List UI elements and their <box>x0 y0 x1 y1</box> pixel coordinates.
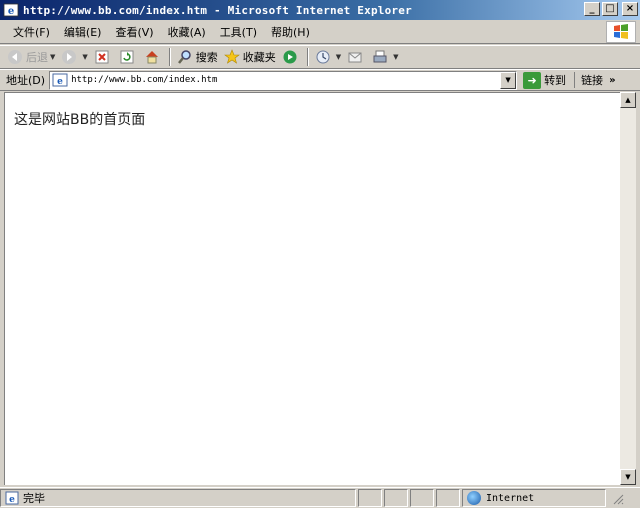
back-icon <box>7 49 23 65</box>
resize-grip-icon[interactable] <box>610 491 624 505</box>
status-main: e 完毕 <box>0 489 356 507</box>
history-icon <box>315 49 331 65</box>
title-bar[interactable]: e http://www.bb.com/index.htm - Microsof… <box>0 0 640 20</box>
search-button[interactable]: 搜索 <box>174 46 221 68</box>
menu-help[interactable]: 帮助(H) <box>264 24 317 40</box>
print-icon <box>372 49 388 65</box>
scroll-down-button[interactable]: ▼ <box>620 469 636 485</box>
search-label: 搜索 <box>195 51 218 64</box>
favorites-icon <box>223 49 240 65</box>
print-dropdown-icon[interactable]: ▼ <box>393 53 398 61</box>
forward-dropdown-icon[interactable]: ▼ <box>82 53 87 61</box>
favorites-button[interactable]: 收藏夹 <box>221 46 279 68</box>
forward-icon <box>61 49 77 65</box>
svg-text:e: e <box>9 495 15 505</box>
back-button[interactable]: 后退 ▼ <box>4 46 58 68</box>
security-zone: Internet <box>462 489 606 507</box>
mail-button[interactable] <box>344 46 369 68</box>
status-pane <box>384 489 408 507</box>
stop-button[interactable] <box>91 46 116 68</box>
status-bar: e 完毕 Internet <box>0 487 640 508</box>
refresh-icon <box>119 49 135 65</box>
menu-edit[interactable]: 编辑(E) <box>57 24 109 40</box>
maximize-button[interactable]: □ <box>602 2 618 16</box>
close-button[interactable]: × <box>622 2 638 16</box>
home-icon <box>144 49 160 65</box>
minimize-button[interactable]: _ <box>584 2 600 16</box>
scroll-up-button[interactable]: ▲ <box>620 92 636 108</box>
back-dropdown-icon[interactable]: ▼ <box>50 53 55 61</box>
address-label: 地址(D) <box>6 74 46 87</box>
history-dropdown-icon[interactable]: ▼ <box>336 53 341 61</box>
address-input[interactable] <box>71 75 492 85</box>
links-label: 链接 <box>581 74 604 87</box>
chevron-right-icon[interactable]: » <box>609 75 615 86</box>
menu-file[interactable]: 文件(F) <box>6 24 57 40</box>
go-icon: ➜ <box>523 71 542 89</box>
page-icon: e <box>52 73 68 87</box>
page-text: 这是网站BB的首页面 <box>14 112 146 128</box>
toolbar-separator <box>306 48 309 66</box>
windows-logo-icon <box>606 21 636 43</box>
search-icon <box>177 49 193 65</box>
links-button[interactable]: 链接 » <box>574 72 616 88</box>
back-label: 后退 <box>26 51 48 64</box>
home-button[interactable] <box>141 46 166 68</box>
history-button[interactable]: ▼ <box>312 46 344 68</box>
go-label: 转到 <box>544 74 567 87</box>
forward-button[interactable]: ▼ <box>58 46 90 68</box>
menu-bar: 文件(F) 编辑(E) 查看(V) 收藏(A) 工具(T) 帮助(H) <box>0 20 640 44</box>
svg-text:e: e <box>57 77 63 87</box>
svg-text:e: e <box>8 6 14 17</box>
print-button[interactable]: ▼ <box>369 46 401 68</box>
menu-tools[interactable]: 工具(T) <box>213 24 264 40</box>
mail-icon <box>347 49 363 65</box>
page-done-icon: e <box>5 491 19 505</box>
globe-icon <box>467 491 481 505</box>
stop-icon <box>94 49 110 65</box>
media-button[interactable] <box>279 46 304 68</box>
window-title: http://www.bb.com/index.htm - Microsoft … <box>23 3 412 17</box>
address-bar: 地址(D) e ▼ ➜ 转到 链接 » <box>0 69 640 91</box>
toolbar-separator <box>168 48 171 66</box>
status-pane <box>436 489 460 507</box>
window-controls: _ □ × <box>584 2 638 16</box>
menu-favorites[interactable]: 收藏(A) <box>161 24 213 40</box>
page-content: 这是网站BB的首页面 <box>4 92 620 485</box>
refresh-button[interactable] <box>116 46 141 68</box>
status-pane <box>358 489 382 507</box>
ie-icon: e <box>3 2 19 18</box>
status-pane <box>410 489 434 507</box>
status-text: 完毕 <box>23 492 45 505</box>
address-dropdown-button[interactable]: ▼ <box>500 71 517 89</box>
vertical-scrollbar[interactable]: ▲ ▼ <box>620 92 636 485</box>
address-box[interactable]: e ▼ <box>49 70 518 90</box>
media-icon <box>282 49 298 65</box>
go-button[interactable]: ➜ 转到 <box>523 71 567 89</box>
menu-view[interactable]: 查看(V) <box>108 24 160 40</box>
zone-label: Internet <box>486 492 535 504</box>
toolbar: 后退 ▼ ▼ 搜索 收藏夹 ▼ ▼ <box>0 45 640 69</box>
favorites-label: 收藏夹 <box>242 51 276 64</box>
